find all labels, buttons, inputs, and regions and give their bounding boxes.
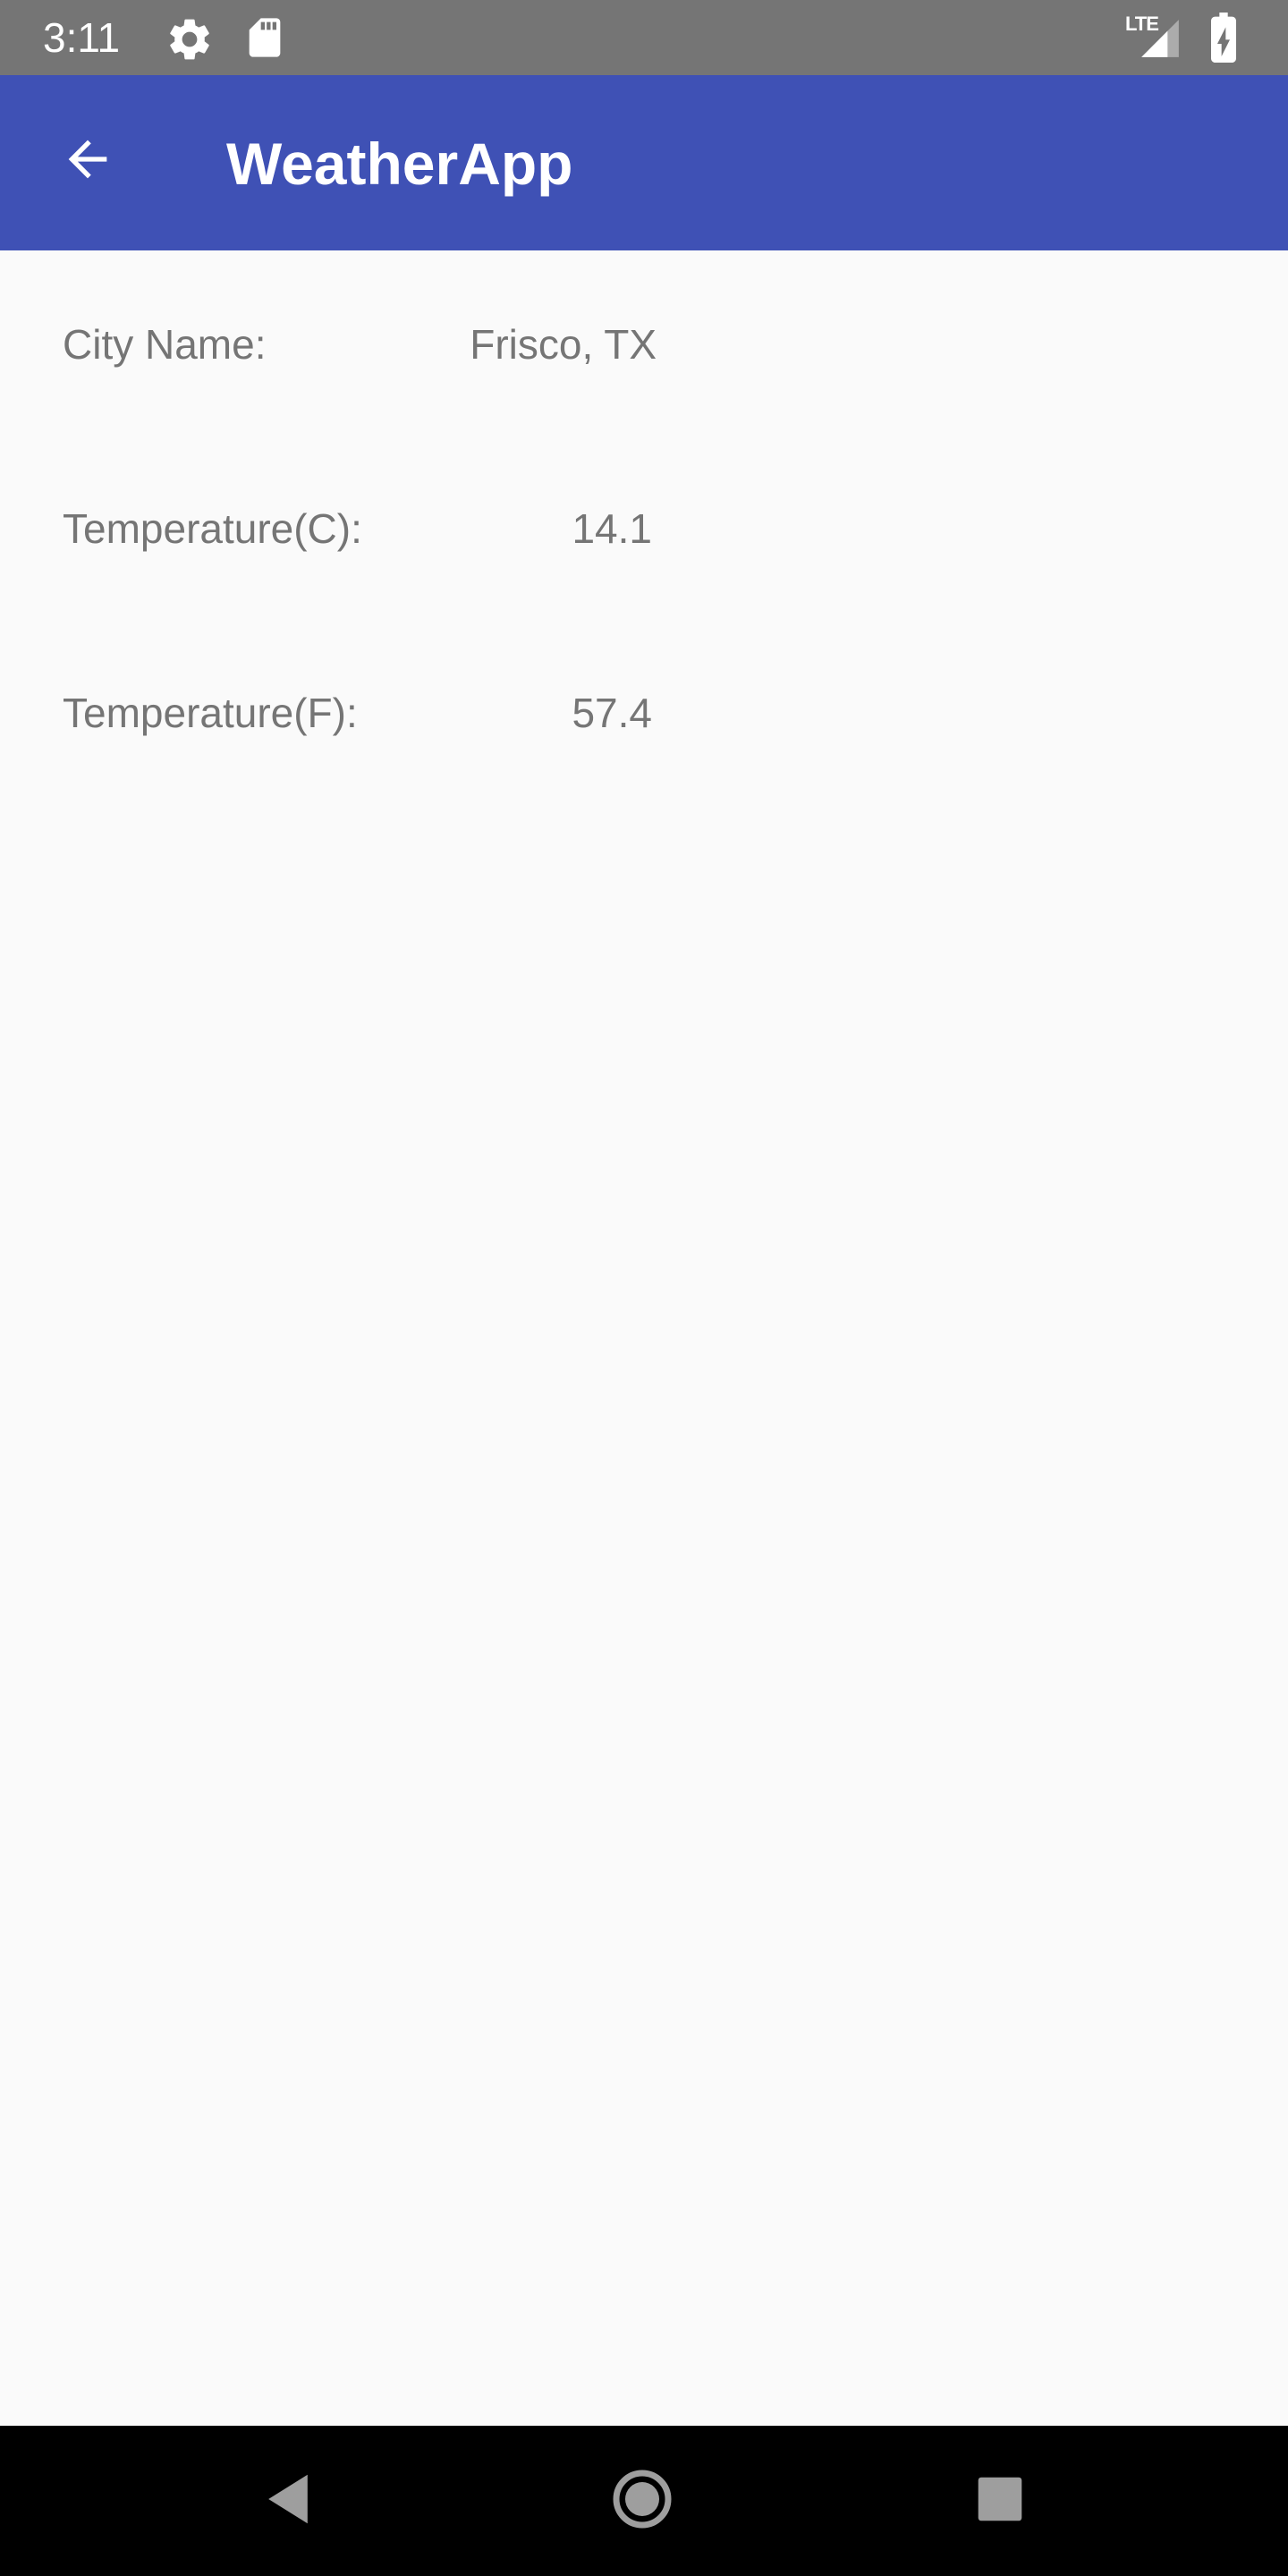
app-title: WeatherApp bbox=[226, 131, 573, 197]
temperature-f-value: 57.4 bbox=[572, 690, 652, 736]
temperature-c-label: Temperature(C): bbox=[63, 505, 362, 552]
app-bar bbox=[0, 75, 1288, 250]
battery-charging-icon bbox=[1206, 13, 1241, 67]
status-time: 3:11 bbox=[43, 14, 121, 61]
arrow-back-icon bbox=[59, 131, 116, 192]
nav-recents-button[interactable] bbox=[957, 2458, 1043, 2544]
screen: 3:11 LTE WeatherApp City Name: Frisco, T… bbox=[0, 0, 1288, 2576]
nav-back-icon bbox=[263, 2472, 313, 2530]
nav-home-button[interactable] bbox=[599, 2458, 685, 2544]
settings-icon bbox=[165, 14, 215, 69]
signal-icon bbox=[1138, 16, 1182, 65]
nav-home-icon bbox=[612, 2469, 673, 2534]
navigation-bar bbox=[0, 2426, 1288, 2576]
status-bar: 3:11 LTE bbox=[0, 0, 1288, 75]
nav-back-button[interactable] bbox=[245, 2458, 331, 2544]
temperature-c-value: 14.1 bbox=[572, 505, 652, 552]
temperature-f-label: Temperature(F): bbox=[63, 690, 358, 736]
sd-card-icon bbox=[242, 14, 288, 65]
city-name-value: Frisco, TX bbox=[470, 321, 657, 368]
back-button[interactable] bbox=[43, 116, 132, 206]
city-name-label: City Name: bbox=[63, 321, 267, 368]
nav-recents-icon bbox=[976, 2475, 1024, 2528]
